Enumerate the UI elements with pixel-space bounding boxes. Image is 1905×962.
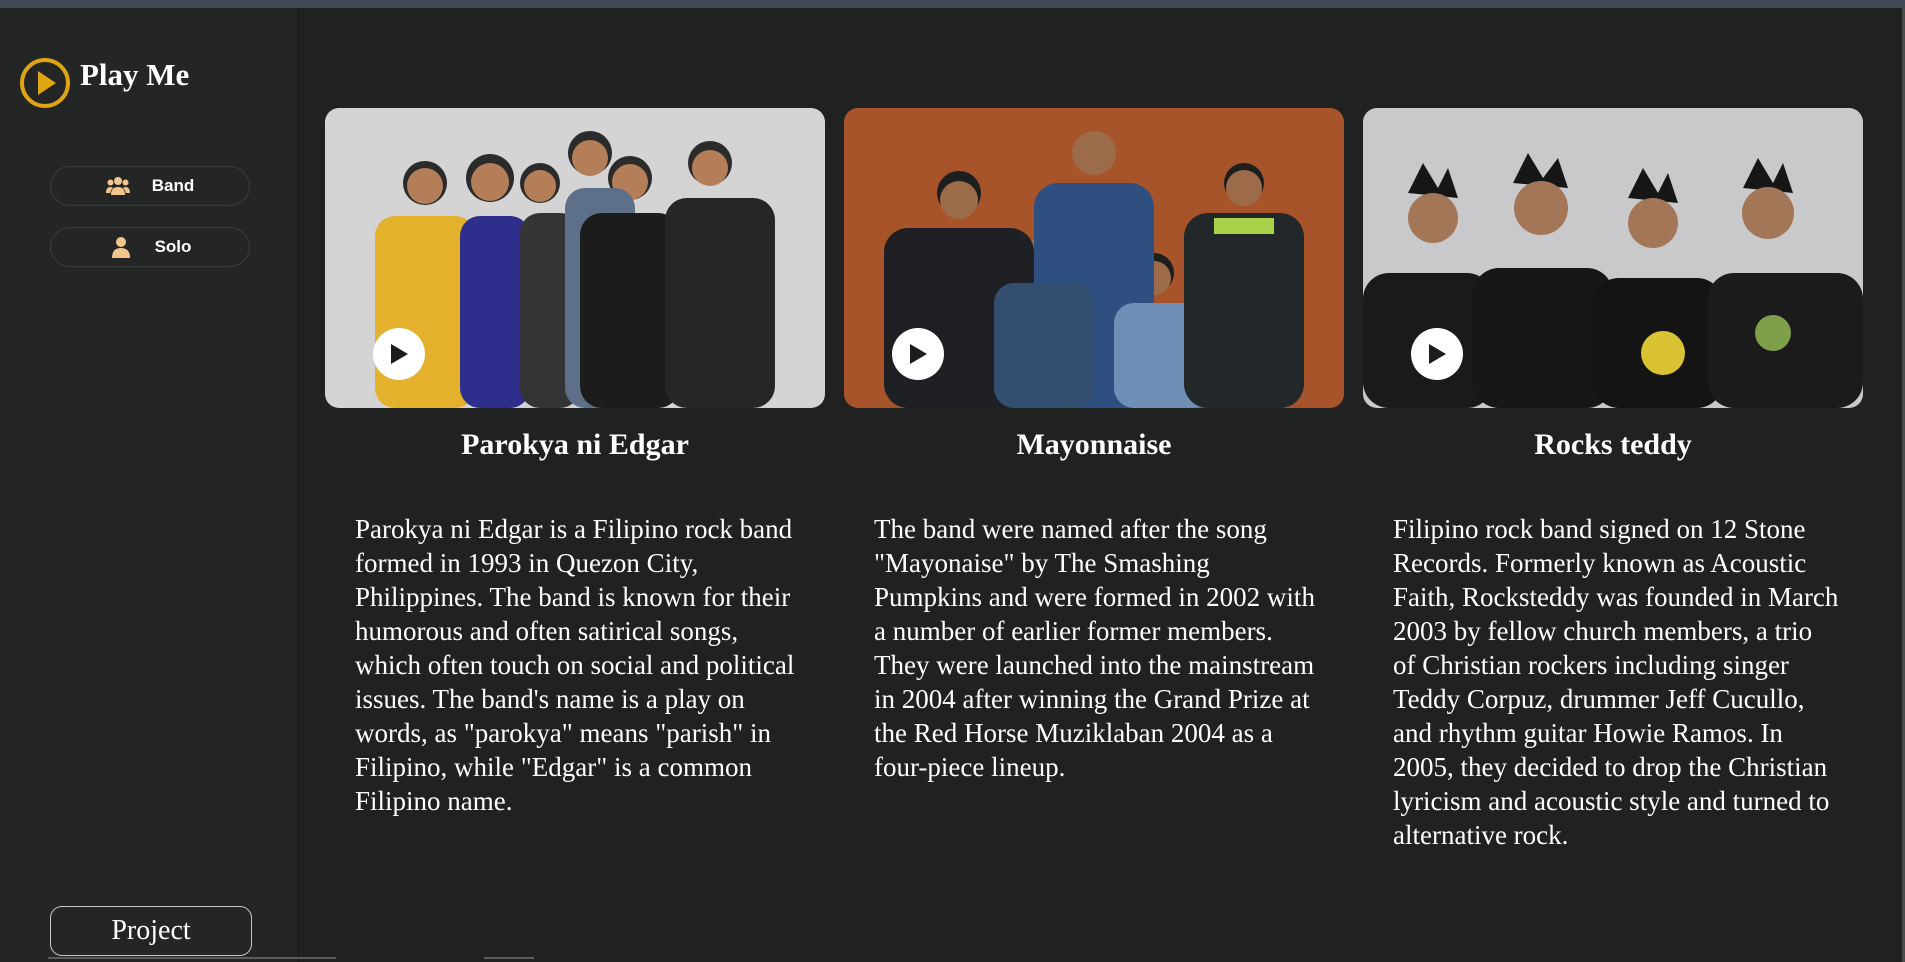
play-circle-icon [20, 58, 70, 108]
band-card: Parokya ni Edgar Parokya ni Edgar is a F… [325, 108, 825, 818]
band-name: Parokya ni Edgar [461, 428, 689, 461]
nav-solo-button[interactable]: Solo [50, 227, 250, 267]
band-description: Parokya ni Edgar is a Filipino rock band… [355, 514, 795, 816]
user-icon [111, 237, 130, 258]
nav-band-button[interactable]: Band [50, 166, 250, 206]
nav-band-label: Band [151, 176, 195, 195]
window-top-bar [0, 0, 1905, 8]
play-button[interactable] [892, 328, 944, 380]
band-photo[interactable] [844, 108, 1344, 408]
band-name: Mayonnaise [1016, 428, 1172, 461]
play-button[interactable] [373, 328, 425, 380]
band-card: Rocks teddy Filipino rock band signed on… [1363, 108, 1863, 852]
play-button[interactable] [1411, 328, 1463, 380]
play-icon [391, 344, 408, 364]
users-icon [105, 177, 130, 195]
band-photo[interactable] [1363, 108, 1863, 408]
horizontal-scrollbar-thumb[interactable] [484, 957, 534, 959]
play-icon [1429, 344, 1446, 364]
sidebar: Play Me Band Solo Project [0, 8, 299, 962]
band-description: The band were named after the song "Mayo… [874, 514, 1315, 782]
app-title: Play Me [80, 57, 190, 92]
play-icon [910, 344, 927, 364]
band-card: Mayonnaise The band were named after the… [844, 108, 1344, 784]
project-button[interactable]: Project [50, 906, 252, 956]
app-logo[interactable]: Play Me [18, 56, 189, 110]
band-photo[interactable] [325, 108, 825, 408]
nav-solo-label: Solo [154, 237, 192, 256]
band-description: Filipino rock band signed on 12 Stone Re… [1393, 514, 1839, 850]
band-name: Rocks teddy [1534, 428, 1692, 461]
horizontal-scrollbar[interactable] [48, 957, 336, 959]
